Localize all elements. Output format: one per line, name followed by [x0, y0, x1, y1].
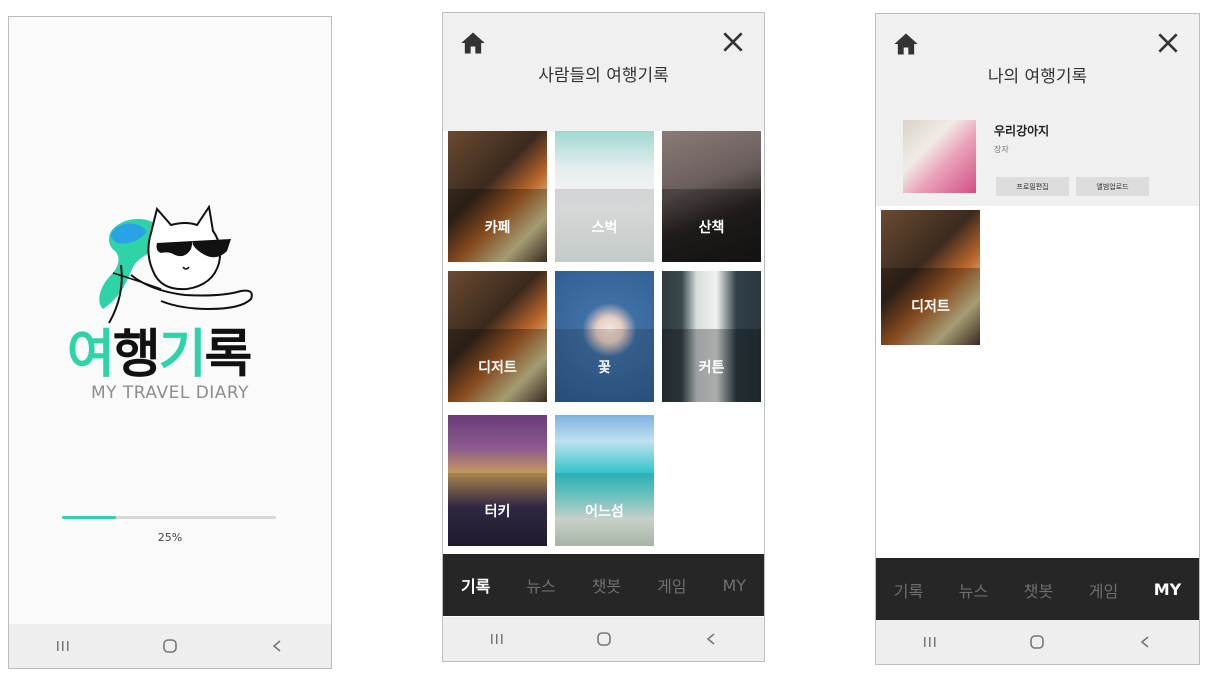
home-circle-icon[interactable]	[584, 624, 624, 654]
diary-tile[interactable]: 커튼	[662, 271, 761, 402]
profile-subtitle: 장자	[994, 145, 1009, 154]
tab-record[interactable]: 기록	[461, 573, 490, 597]
diary-tile[interactable]: 디저트	[448, 271, 547, 402]
home-circle-icon[interactable]	[1017, 627, 1057, 657]
logo-title-part2: 기록	[158, 325, 253, 385]
tab-record[interactable]: 기록	[894, 578, 923, 602]
tab-chatbot[interactable]: 챗봇	[592, 573, 621, 597]
profile-name: 우리강아지	[994, 124, 1050, 138]
tile-label: 디저트	[911, 299, 950, 315]
tile-label: 꽃	[598, 360, 611, 376]
bottom-tab-bar: 기록 뉴스 챗봇 게임 MY	[876, 558, 1199, 621]
loading-percent: 25%	[157, 531, 183, 544]
logo-title-part1: 여행	[67, 325, 161, 385]
diary-tile[interactable]: 산책	[662, 131, 761, 262]
loading-progress-bar	[62, 516, 276, 519]
tab-game[interactable]: 게임	[1089, 578, 1118, 602]
tab-chatbot[interactable]: 챗봇	[1024, 578, 1053, 602]
recent-apps-icon[interactable]	[910, 627, 950, 657]
home-icon[interactable]	[459, 29, 487, 57]
profile-avatar[interactable]	[903, 120, 976, 193]
tab-my[interactable]: MY	[722, 576, 746, 595]
diary-tile[interactable]: 디저트	[881, 210, 980, 345]
tab-game[interactable]: 게임	[657, 573, 686, 597]
logo-title: 여행기록	[67, 325, 297, 385]
close-icon[interactable]	[1155, 30, 1181, 56]
bottom-tab-bar: 기록 뉴스 챗봇 게임 MY	[443, 554, 764, 616]
recent-apps-icon[interactable]	[477, 624, 517, 654]
back-icon[interactable]	[691, 624, 731, 654]
feed-screen: 사람들의 여행기록 카페 스벅 산책 디저트 꽃 커튼 터키 어느섬 기록 뉴스…	[442, 12, 765, 662]
system-navigation-bar	[9, 624, 331, 668]
diary-tile[interactable]: 꽃	[555, 271, 654, 402]
splash-screen: 여행기록 MY TRAVEL DIARY 25%	[8, 16, 332, 669]
logo-subtitle: MY TRAVEL DIARY	[90, 383, 250, 403]
home-icon[interactable]	[892, 30, 920, 58]
app-logo-cat-icon	[99, 205, 253, 324]
diary-tile[interactable]: 어느섬	[555, 415, 654, 546]
page-title: 나의 여행기록	[987, 67, 1088, 87]
album-upload-button[interactable]: 앨범업로드	[1076, 177, 1149, 196]
home-circle-icon[interactable]	[150, 631, 190, 661]
tile-label: 디저트	[478, 360, 517, 376]
tile-label: 커튼	[698, 360, 725, 376]
diary-tile[interactable]: 스벅	[555, 131, 654, 262]
back-icon[interactable]	[257, 631, 297, 661]
tile-label: 스벅	[591, 220, 618, 236]
tile-label: 터키	[484, 504, 511, 520]
page-title: 사람들의 여행기록	[538, 66, 669, 86]
tile-label: 카페	[484, 220, 511, 236]
edit-profile-button[interactable]: 프로필편집	[996, 177, 1069, 196]
tab-my[interactable]: MY	[1154, 580, 1182, 599]
tab-news[interactable]: 뉴스	[959, 578, 988, 602]
my-screen: 나의 여행기록 우리강아지 장자 프로필편집 앨범업로드 디저트 기록 뉴스 챗…	[875, 13, 1200, 665]
system-navigation-bar	[443, 617, 764, 661]
diary-tile[interactable]: 카페	[448, 131, 547, 262]
tile-label: 산책	[698, 220, 725, 236]
diary-tile[interactable]: 터키	[448, 415, 547, 546]
profile-header: 나의 여행기록 우리강아지 장자 프로필편집 앨범업로드	[876, 14, 1199, 206]
header: 사람들의 여행기록	[443, 13, 764, 131]
tile-label: 어느섬	[585, 504, 624, 520]
recent-apps-icon[interactable]	[43, 631, 83, 661]
close-icon[interactable]	[720, 29, 746, 55]
loading-progress-fill	[62, 516, 116, 519]
tab-news[interactable]: 뉴스	[526, 573, 555, 597]
back-icon[interactable]	[1125, 627, 1165, 657]
system-navigation-bar	[876, 620, 1199, 664]
